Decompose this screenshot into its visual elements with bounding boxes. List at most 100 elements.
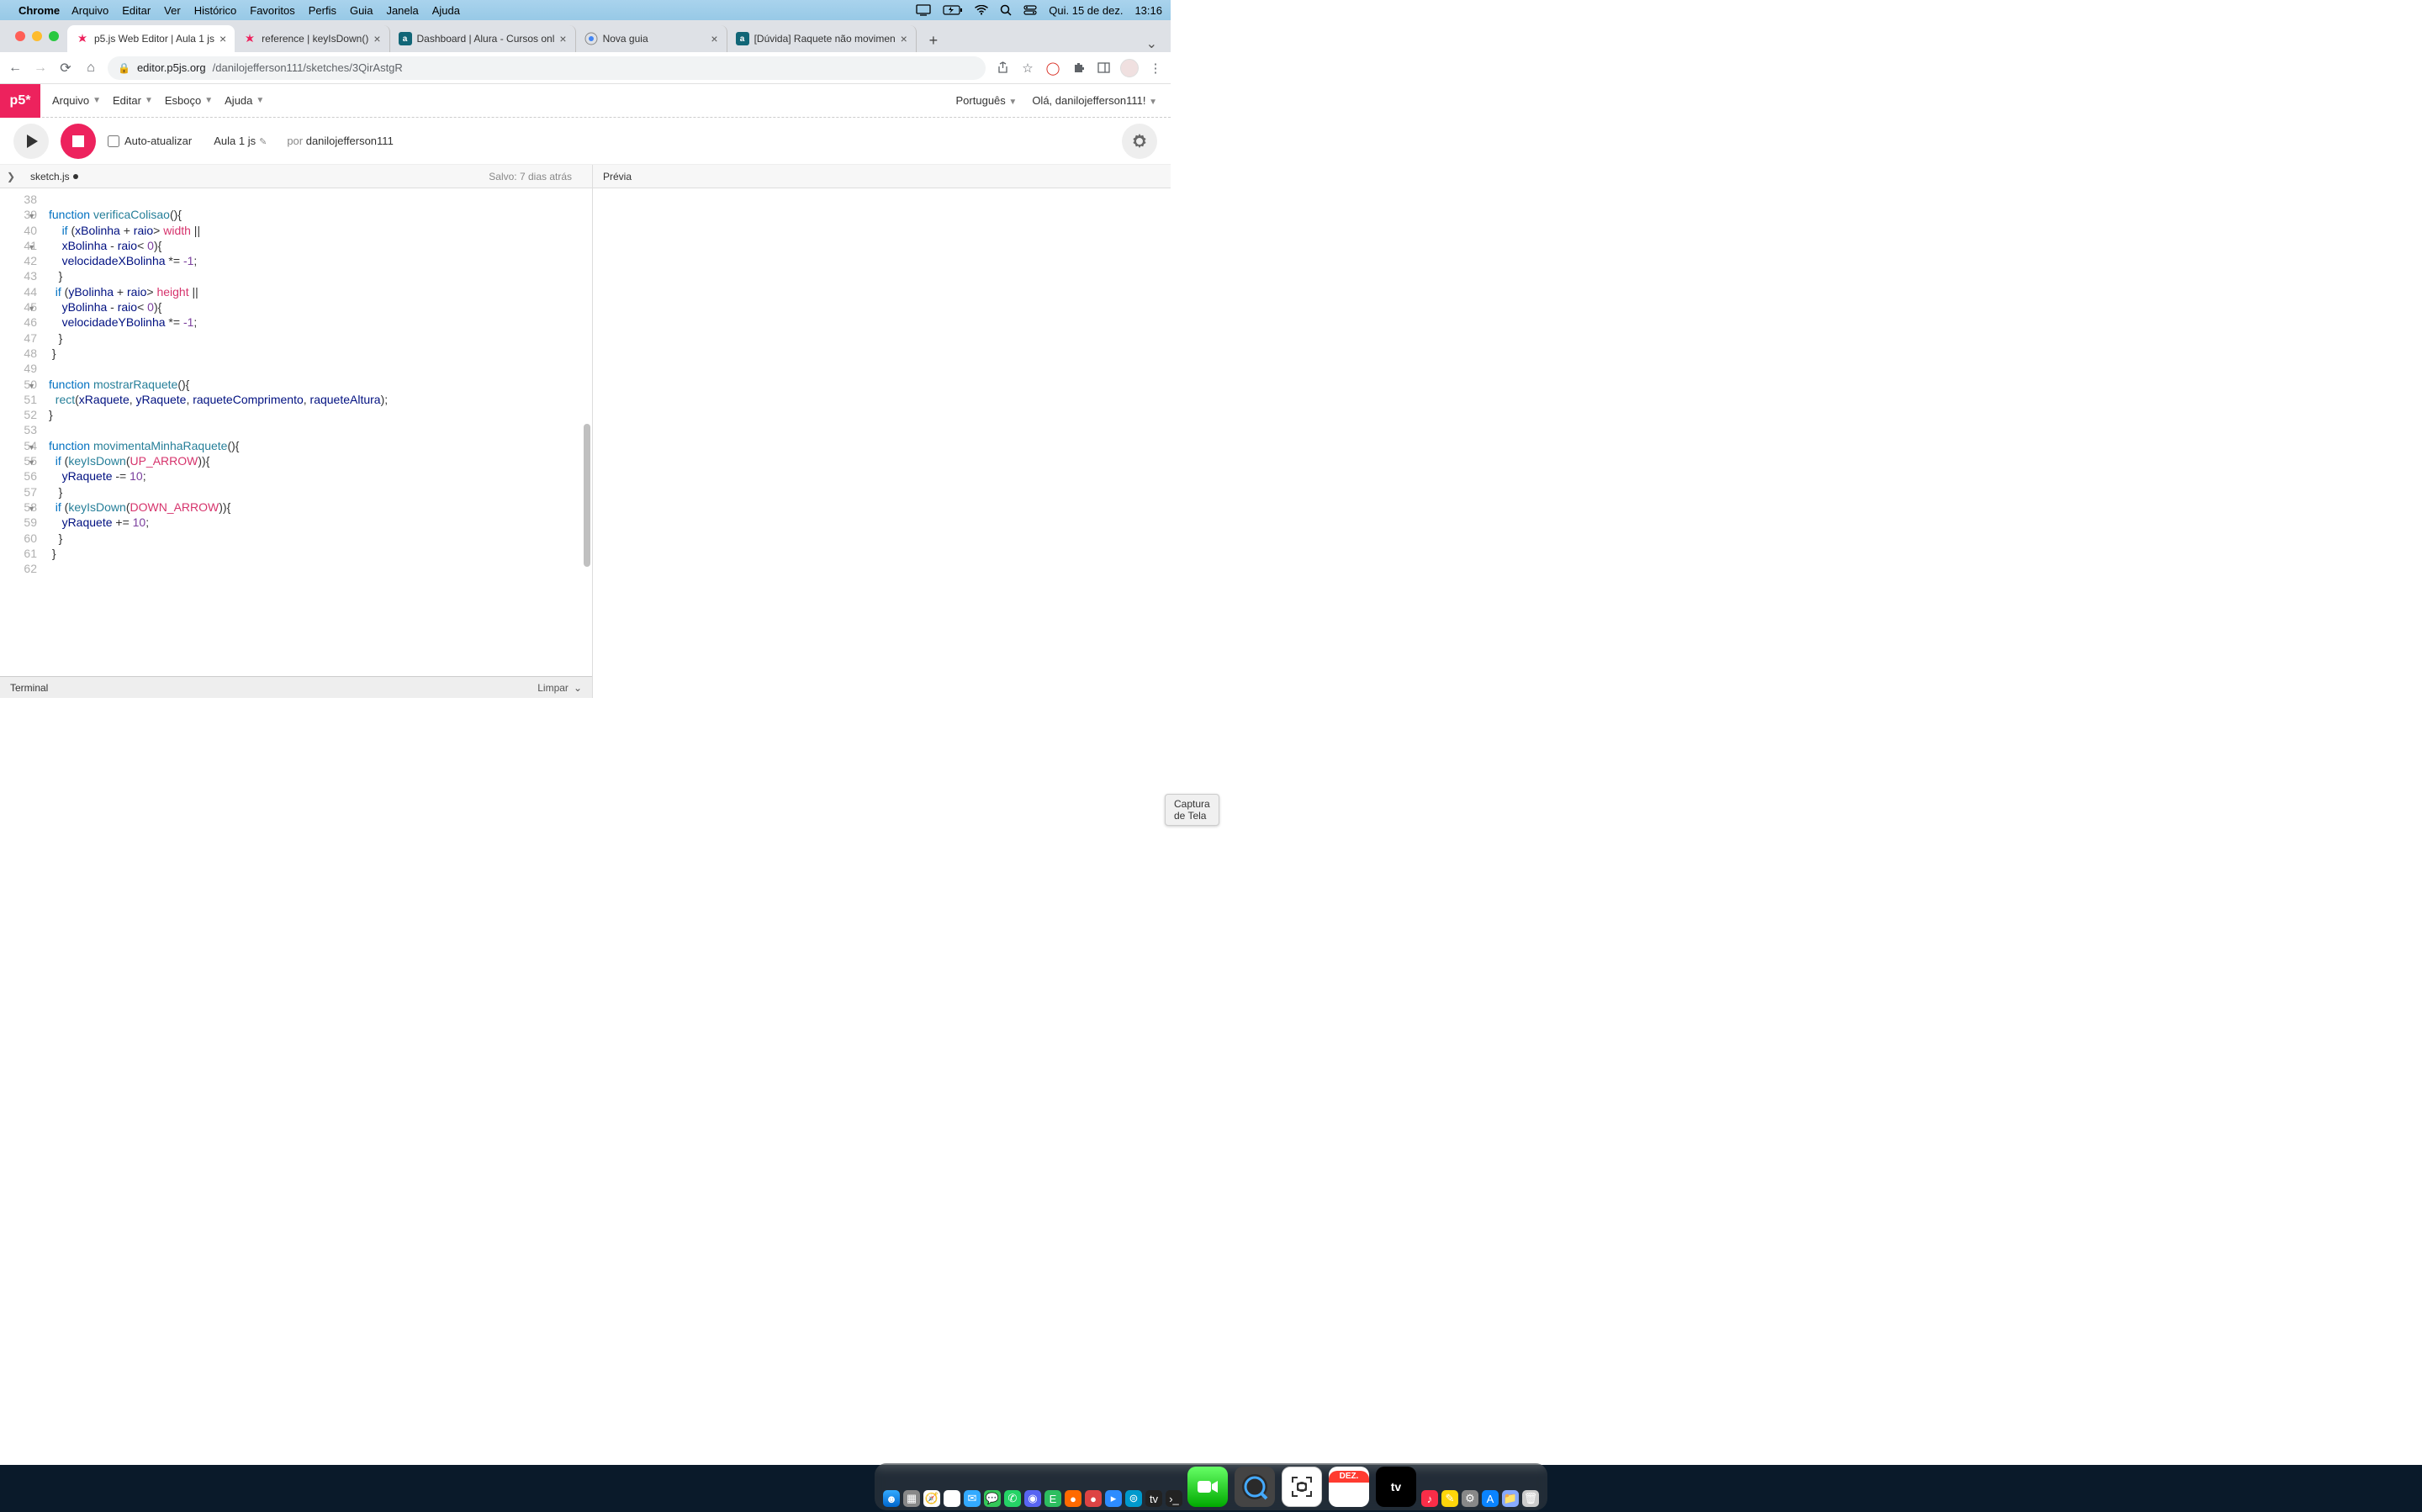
preview-canvas: Captura de Tela [593, 188, 1171, 698]
wifi-icon[interactable] [975, 5, 988, 15]
auto-refresh-toggle[interactable]: Auto-atualizar [108, 135, 192, 147]
dock-discord[interactable]: ◉ [1024, 1490, 1041, 1507]
dock-app2[interactable]: ● [1085, 1490, 1102, 1507]
file-tab[interactable]: sketch.js [30, 171, 78, 182]
dock-app1[interactable]: ● [1065, 1490, 1081, 1507]
dock-mail[interactable]: ✉ [964, 1490, 981, 1507]
auto-refresh-checkbox[interactable] [108, 135, 119, 147]
profile-avatar[interactable] [1120, 59, 1139, 77]
new-tab-button[interactable]: + [922, 29, 945, 52]
close-tab[interactable]: × [559, 32, 566, 45]
code-area[interactable]: 3839▼4041▼42434445▼4647484950▼51525354▼5… [0, 188, 592, 676]
tab-new[interactable]: Nova guia × [576, 25, 727, 52]
dock-terminal[interactable]: ›_ [1166, 1490, 1182, 1507]
omnibox[interactable]: 🔒 editor.p5js.org/danilojefferson111/ske… [108, 56, 986, 80]
search-icon[interactable] [1000, 4, 1012, 16]
tab-title: Dashboard | Alura - Cursos onl [417, 33, 555, 45]
chrome-menu-icon[interactable]: ⋮ [1147, 60, 1164, 77]
extensions-icon[interactable] [1070, 60, 1087, 77]
menu-historico[interactable]: Histórico [194, 4, 237, 17]
tab-list-chevron[interactable]: ⌄ [1140, 35, 1164, 52]
dock-music[interactable]: ♪ [1421, 1490, 1438, 1507]
tab-p5-editor[interactable]: p5.js Web Editor | Aula 1 js × [67, 25, 235, 52]
menu-guia[interactable]: Guia [350, 4, 373, 17]
dock-trash[interactable]: 🗑 [1522, 1490, 1539, 1507]
extension-adblock-icon[interactable]: ◯ [1044, 60, 1061, 77]
forward-button[interactable]: → [32, 60, 49, 77]
close-tab[interactable]: × [219, 32, 226, 45]
p5-menu-ajuda[interactable]: Ajuda▼ [225, 94, 264, 107]
p5-menu-arquivo[interactable]: Arquivo▼ [52, 94, 101, 107]
settings-button[interactable] [1122, 124, 1157, 159]
back-button[interactable]: ← [7, 60, 24, 77]
dock-appstore[interactable]: A [1482, 1490, 1499, 1507]
close-tab[interactable]: × [711, 32, 717, 45]
p5-menu-editar[interactable]: Editar▼ [113, 94, 153, 107]
terminal-bar[interactable]: Terminal Limpar ⌄ [0, 676, 592, 698]
dock-settings[interactable]: ⚙ [1462, 1490, 1478, 1507]
dock-facetime[interactable] [1187, 1467, 1228, 1507]
menu-perfis[interactable]: Perfis [309, 4, 336, 17]
close-tab[interactable]: × [373, 32, 380, 45]
dock-quicktime[interactable] [1235, 1467, 1275, 1507]
close-tab[interactable]: × [901, 32, 907, 45]
code-text[interactable]: function verificaColisao(){ if (xBolinha… [49, 188, 592, 676]
dock-zoom[interactable]: ▸ [1105, 1490, 1122, 1507]
menu-editar[interactable]: Editar [122, 4, 151, 17]
dock-folder[interactable]: 📁 [1502, 1490, 1519, 1507]
dock-messages[interactable]: 💬 [984, 1490, 1001, 1507]
app-name[interactable]: Chrome [19, 4, 60, 17]
chrome-favicon [584, 32, 598, 45]
menu-ver[interactable]: Ver [164, 4, 181, 17]
tab-alura-duvida[interactable]: a [Dúvida] Raquete não movimen × [727, 25, 917, 52]
dock-app4[interactable]: tv [1145, 1490, 1162, 1507]
menubar-time[interactable]: 13:16 [1134, 4, 1162, 17]
home-button[interactable]: ⌂ [82, 60, 99, 77]
sketch-name[interactable]: Aula 1 js✎ [214, 135, 267, 147]
display-icon[interactable] [916, 4, 931, 16]
dock-launchpad[interactable]: ▦ [903, 1490, 920, 1507]
maximize-window[interactable] [49, 31, 59, 41]
chevron-down-icon: ⌄ [574, 682, 582, 694]
dock-chrome[interactable]: ◉ [944, 1490, 960, 1507]
menu-janela[interactable]: Janela [386, 4, 418, 17]
dock-screenshot[interactable] [1282, 1467, 1322, 1507]
stop-button[interactable] [61, 124, 96, 159]
dock-appletv[interactable]: tv [1376, 1467, 1416, 1507]
save-status: Salvo: 7 dias atrás [489, 171, 585, 182]
dock-calendar[interactable]: DEZ. 15 [1329, 1467, 1369, 1507]
p5-header: p5* Arquivo▼ Editar▼ Esboço▼ Ajuda▼ Port… [0, 84, 1171, 118]
gear-icon [1131, 133, 1148, 150]
sidebar-toggle[interactable]: ❯ [7, 171, 30, 182]
language-selector[interactable]: Português ▼ [956, 94, 1018, 107]
scrollbar-thumb[interactable] [584, 424, 590, 567]
dock: ☻ ▦ 🧭 ◉ ✉ 💬 ✆ ◉ E ● ● ▸ ⊜ tv ›_ DEZ. 15 … [875, 1463, 1547, 1510]
tab-alura-dashboard[interactable]: a Dashboard | Alura - Cursos onl × [390, 25, 576, 52]
p5-logo[interactable]: p5* [0, 84, 40, 118]
line-gutter: 3839▼4041▼42434445▼4647484950▼51525354▼5… [0, 188, 49, 676]
share-icon[interactable] [994, 60, 1011, 77]
menu-arquivo[interactable]: Arquivo [71, 4, 108, 17]
dock-evernote[interactable]: E [1044, 1490, 1061, 1507]
close-window[interactable] [15, 31, 25, 41]
dock-safari[interactable]: 🧭 [923, 1490, 940, 1507]
play-button[interactable] [13, 124, 49, 159]
user-greeting[interactable]: Olá, danilojefferson111! ▼ [1032, 94, 1157, 107]
tab-title: reference | keyIsDown() [262, 33, 368, 45]
dock-app3[interactable]: ⊜ [1125, 1490, 1142, 1507]
bookmark-icon[interactable]: ☆ [1019, 60, 1036, 77]
control-center-icon[interactable] [1023, 5, 1037, 15]
dock-finder[interactable]: ☻ [883, 1490, 900, 1507]
clear-terminal[interactable]: Limpar ⌄ [537, 682, 582, 694]
menubar-date[interactable]: Qui. 15 de dez. [1049, 4, 1123, 17]
dock-whatsapp[interactable]: ✆ [1004, 1490, 1021, 1507]
reload-button[interactable]: ⟳ [57, 60, 74, 77]
minimize-window[interactable] [32, 31, 42, 41]
tab-reference[interactable]: reference | keyIsDown() × [235, 25, 389, 52]
sidepanel-icon[interactable] [1095, 60, 1112, 77]
battery-icon[interactable] [943, 5, 963, 15]
menu-favoritos[interactable]: Favoritos [250, 4, 294, 17]
menu-ajuda[interactable]: Ajuda [432, 4, 460, 17]
dock-notes[interactable]: ✎ [1441, 1490, 1458, 1507]
p5-menu-esboco[interactable]: Esboço▼ [165, 94, 213, 107]
